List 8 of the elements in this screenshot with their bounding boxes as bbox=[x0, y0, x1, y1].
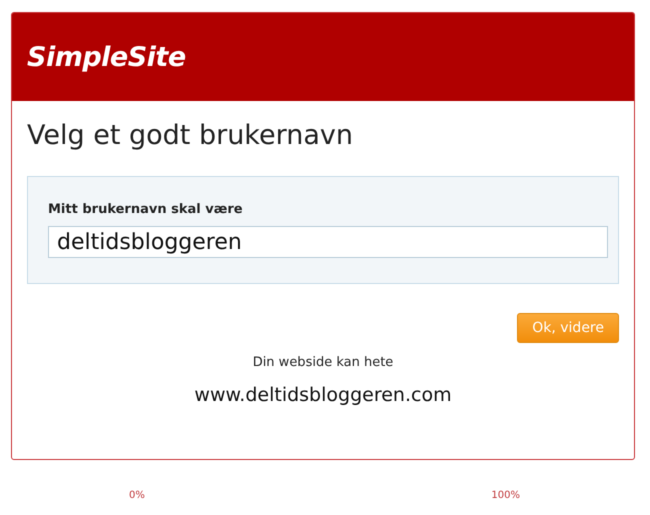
field-label: Mitt brukernavn skal være bbox=[48, 202, 244, 217]
page-title: Velg et godt brukernavn bbox=[27, 120, 354, 151]
progress-label: 0% bbox=[129, 490, 145, 501]
logo: SimpleSite bbox=[27, 42, 186, 72]
preview-url: www.deltidsbloggeren.com bbox=[193, 384, 453, 406]
progress-label: 100% bbox=[491, 490, 520, 501]
username-field[interactable]: deltidsbloggeren bbox=[48, 226, 608, 258]
preview-caption: Din webside kan hete bbox=[252, 355, 394, 370]
